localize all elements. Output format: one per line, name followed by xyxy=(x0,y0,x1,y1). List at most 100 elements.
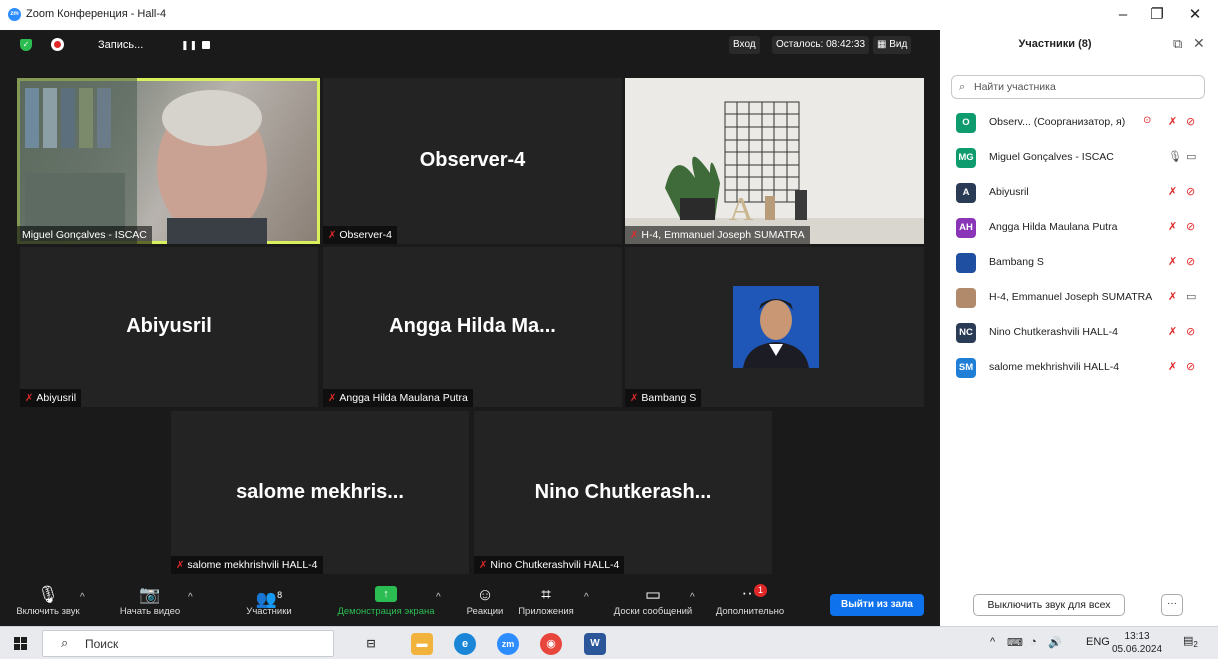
apps-label: Приложения xyxy=(518,606,574,617)
word-app-icon[interactable]: W xyxy=(584,633,606,655)
muted-mic-icon: ✗ xyxy=(25,393,34,404)
mic-muted-icon[interactable]: ✗ xyxy=(1168,115,1177,128)
muted-mic-icon: ✗ xyxy=(479,560,488,571)
remaining-time-badge: Осталось: 08:42:33 xyxy=(772,36,870,54)
tile-nametag: ✗ Observer-4 xyxy=(323,226,397,244)
leave-room-button[interactable]: Выйти из зала xyxy=(830,594,924,616)
audio-options-caret-icon[interactable]: ^ xyxy=(80,592,85,603)
video-tile-bambang[interactable]: ✗ Bambang S xyxy=(625,247,924,407)
taskbar-search-input[interactable]: ⌕ Поиск xyxy=(42,630,334,657)
share-screen-label: Демонстрация экрана xyxy=(337,606,435,617)
view-button[interactable]: ▦ Вид xyxy=(873,36,912,54)
video-tile-nino[interactable]: Nino Chutkerash... ✗ Nino Chutkerashvili … xyxy=(474,411,772,574)
video-tile-abiyusril[interactable]: Abiyusril ✗ Abiyusril xyxy=(20,247,318,407)
meeting-topbar: ✓ Запись... ❚❚ Вход Осталось: 08:42:33 ▦… xyxy=(0,30,940,60)
camera-on-icon[interactable]: ▭ xyxy=(1186,150,1196,163)
pause-recording-icon[interactable]: ❚❚ xyxy=(181,40,198,51)
mic-muted-icon[interactable]: ✗ xyxy=(1168,325,1177,338)
participant-row[interactable]: Bambang S ✗ ⊘ xyxy=(940,247,1218,277)
network-icon[interactable]: ⌨ xyxy=(1007,636,1023,649)
meeting-area: ✓ Запись... ❚❚ Вход Осталось: 08:42:33 ▦… xyxy=(0,30,940,626)
participant-search-input[interactable]: ⌕ Найти участника xyxy=(951,75,1205,99)
grid-icon: ▦ xyxy=(877,39,890,50)
participant-row[interactable]: MG Miguel Gonçalves - ISCAC 🎙 ▭ xyxy=(940,142,1218,172)
tile-name-label: salome mekhrishvili HALL-4 xyxy=(187,559,318,571)
meeting-toolbar: 🎙 Включить звук ^ 📷 Начать видео ^ 👥8 Уч… xyxy=(0,582,940,626)
apps-caret-icon[interactable]: ^ xyxy=(584,592,589,603)
muted-mic-icon: ✗ xyxy=(328,230,337,241)
view-label: Вид xyxy=(889,39,908,50)
camera-off-icon[interactable]: ⊘ xyxy=(1186,115,1195,128)
participants-panel: Участники (8) ⧉ ✕ ⌕ Найти участника O Obs… xyxy=(940,30,1218,626)
participant-row[interactable]: A Abiyusril ✗ ⊘ xyxy=(940,177,1218,207)
tile-display-name: Abiyusril xyxy=(126,315,212,337)
participant-row[interactable]: AH Angga Hilda Maulana Putra ✗ ⊘ xyxy=(940,212,1218,242)
camera-off-icon[interactable]: ⊘ xyxy=(1186,325,1195,338)
participant-row[interactable]: H-4, Emmanuel Joseph SUMATRA ✗ ▭ xyxy=(940,282,1218,312)
popout-icon[interactable]: ⧉ xyxy=(1173,36,1182,52)
participant-name: Bambang S xyxy=(989,256,1044,268)
share-screen-icon: ↑ xyxy=(375,586,397,602)
mic-muted-icon[interactable]: ✗ xyxy=(1168,185,1177,198)
apps-icon: ⌗ xyxy=(541,585,551,604)
camera-off-icon[interactable]: ⊘ xyxy=(1186,360,1195,373)
close-panel-icon[interactable]: ✕ xyxy=(1193,35,1205,52)
camera-off-icon[interactable]: ⊘ xyxy=(1186,185,1195,198)
mic-muted-icon[interactable]: ✗ xyxy=(1168,360,1177,373)
participant-avatar: NC xyxy=(956,323,976,343)
clock-time: 13:13 xyxy=(1124,631,1150,642)
participant-row[interactable]: SM salome mekhrishvili HALL-4 ✗ ⊘ xyxy=(940,352,1218,382)
language-indicator[interactable]: ENG xyxy=(1086,636,1110,648)
video-options-caret-icon[interactable]: ^ xyxy=(188,592,193,603)
muted-mic-icon: ✗ xyxy=(630,230,639,241)
virtual-background-image: A xyxy=(625,78,924,244)
video-tile-observer[interactable]: Observer-4 ✗ Observer-4 xyxy=(323,78,622,244)
reactions-icon: ☺ xyxy=(476,585,494,604)
security-shield-icon[interactable]: ✓ xyxy=(20,39,32,51)
mic-on-icon[interactable]: 🎙 xyxy=(1168,150,1182,163)
notifications-icon[interactable]: ▤2 xyxy=(1183,634,1201,652)
participant-row[interactable]: NC Nino Chutkerashvili HALL-4 ✗ ⊘ xyxy=(940,317,1218,347)
minimize-button[interactable]: – xyxy=(1108,4,1138,26)
recording-icon xyxy=(51,38,64,51)
task-view-icon[interactable]: ⊟ xyxy=(360,633,382,655)
video-tile-miguel[interactable]: Miguel Gonçalves - ISCAC xyxy=(17,78,320,244)
panel-more-button[interactable]: ··· xyxy=(1161,594,1183,616)
mic-muted-icon[interactable]: ✗ xyxy=(1168,290,1177,303)
more-dots-icon: ··· xyxy=(741,583,759,602)
tray-chevron-icon[interactable]: ^ xyxy=(990,636,995,648)
muted-mic-icon: ✗ xyxy=(328,393,337,404)
share-options-caret-icon[interactable]: ^ xyxy=(436,592,441,603)
file-explorer-icon[interactable]: ▬ xyxy=(411,633,433,655)
close-window-button[interactable]: ✕ xyxy=(1180,4,1210,26)
svg-text:A: A xyxy=(729,191,754,228)
video-tile-salome[interactable]: salome mekhris... ✗ salome mekhrishvili H… xyxy=(171,411,469,574)
mic-muted-icon[interactable]: ✗ xyxy=(1168,255,1177,268)
video-tile-angga[interactable]: Angga Hilda Ma... ✗ Angga Hilda Maulana P… xyxy=(323,247,622,407)
wifi-icon[interactable]: ◔ xyxy=(1030,636,1037,648)
edge-browser-icon[interactable]: e xyxy=(454,633,476,655)
share-screen-icon-wrap: ↑ xyxy=(330,582,442,606)
stop-recording-icon[interactable] xyxy=(202,41,210,49)
chrome-browser-icon[interactable]: ◉ xyxy=(540,633,562,655)
taskbar-clock[interactable]: 13:13 05.06.2024 xyxy=(1112,630,1162,656)
tile-name-label: Nino Chutkerashvili HALL-4 xyxy=(490,559,620,571)
boards-caret-icon[interactable]: ^ xyxy=(690,592,695,603)
tile-name-label: Miguel Gonçalves - ISCAC xyxy=(22,229,147,241)
start-video-label: Начать видео xyxy=(119,606,181,617)
windows-start-icon[interactable] xyxy=(14,637,28,651)
video-tile-emmanuel[interactable]: A ✗ H-4, Emmanuel Joseph SUMATRA xyxy=(625,78,924,244)
window-titlebar: zm Zoom Конференция - Hall-4 – ❐ ✕ xyxy=(0,0,1218,30)
notification-count: 2 xyxy=(1193,640,1198,650)
mic-muted-icon[interactable]: ✗ xyxy=(1168,220,1177,233)
participant-row[interactable]: O Observ... (Соорганизатор, я) ⊙ ✗ ⊘ xyxy=(940,107,1218,137)
camera-on-icon[interactable]: ▭ xyxy=(1186,290,1196,303)
muted-mic-icon: ✗ xyxy=(176,560,185,571)
mute-all-button[interactable]: Выключить звук для всех xyxy=(973,594,1125,616)
restore-button[interactable]: ❐ xyxy=(1142,4,1172,26)
camera-off-icon[interactable]: ⊘ xyxy=(1186,220,1195,233)
zoom-app-icon[interactable]: zm xyxy=(497,633,519,655)
enter-button[interactable]: Вход xyxy=(729,36,760,54)
volume-icon[interactable]: 🔊 xyxy=(1048,636,1062,649)
camera-off-icon[interactable]: ⊘ xyxy=(1186,255,1195,268)
